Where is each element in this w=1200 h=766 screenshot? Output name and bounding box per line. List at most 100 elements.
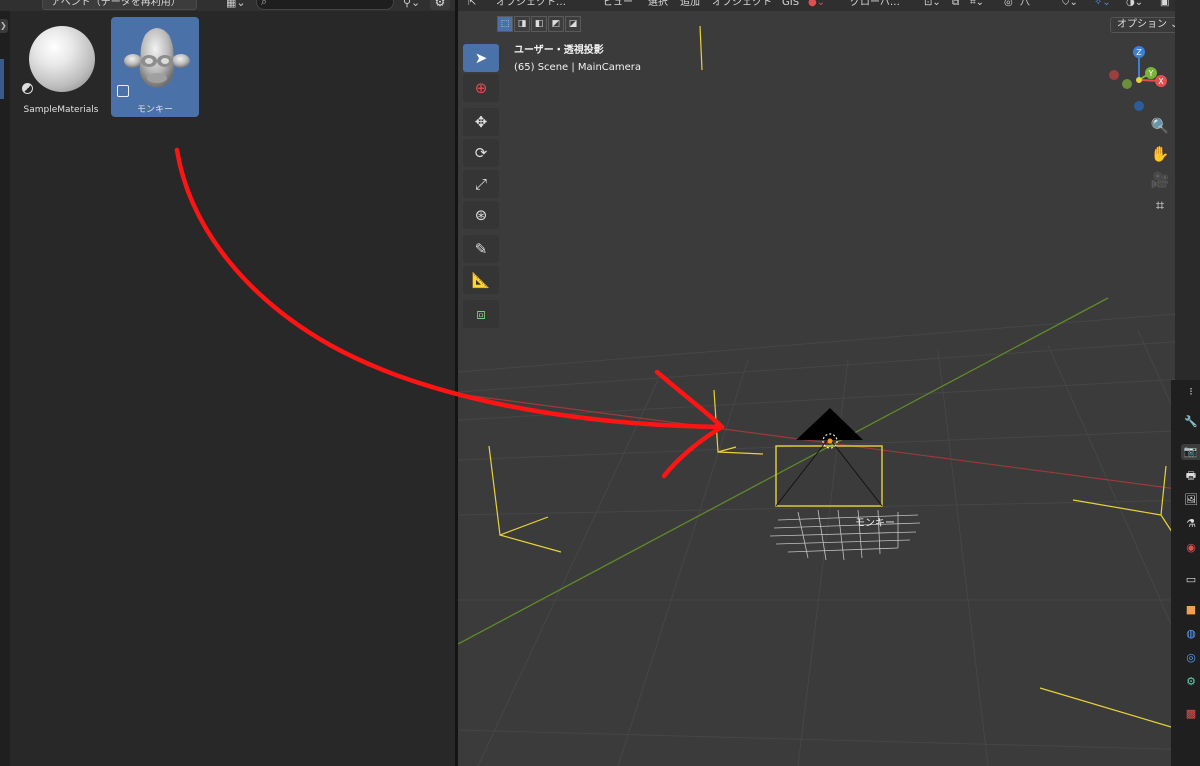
select-mode-invert-icon[interactable]: ◩	[548, 16, 564, 32]
scene-properties-icon[interactable]: ⚗	[1183, 516, 1199, 532]
scale-tool[interactable]: ⤢	[463, 170, 499, 198]
catalog-active-indicator	[0, 59, 4, 99]
menu-add[interactable]: 追加	[680, 0, 700, 10]
select-mode-new-icon[interactable]: ⬚	[497, 16, 513, 32]
viewport-header: ⇱ オブジェクト… ビュー 選択 追加 オブジェクト GIS ●⌄ グローバ… …	[458, 0, 1200, 11]
3d-viewport[interactable]: モンキー ⇱ オブジェクト… ビュー 選択 追加 オブジェクト GIS ●⌄ グ…	[458, 0, 1200, 766]
pencil-icon: ✎	[474, 240, 488, 258]
gizmo-x-label: X	[1158, 77, 1164, 86]
menu-view[interactable]: ビュー	[603, 0, 633, 10]
navigation-gizmo[interactable]: Z X Y	[1103, 40, 1175, 116]
rotate-tool[interactable]: ⟳	[463, 139, 499, 167]
proportional-editing-icon[interactable]: ◎	[1004, 0, 1013, 10]
measure-tool[interactable]: 📐	[463, 266, 499, 294]
pan-button[interactable]: ✋	[1148, 142, 1172, 166]
output-properties-icon[interactable]: 🖶	[1183, 468, 1199, 484]
asset-catalog-strip[interactable]: ❯	[0, 11, 10, 766]
move-icon: ✥	[474, 113, 488, 131]
viewport-subheader: ⬚ ◨ ◧ ◩ ◪ オプション ⌄	[458, 11, 1200, 39]
transform-tool[interactable]: ⊛	[463, 201, 499, 229]
properties-menu-icon[interactable]: ⁝	[1183, 384, 1199, 400]
ortho-toggle-button[interactable]: ⌗	[1148, 193, 1172, 217]
object-name-label: モンキー	[855, 518, 895, 529]
search-icon: ⌕	[261, 0, 268, 8]
cursor-icon: ➤	[474, 49, 488, 67]
rotate-icon: ⟳	[474, 144, 488, 162]
asset-browser-panel: アペンド（データを再利用） ▦⌄ ⌕ ⚲⌄ ⚙ ❯ SampleMaterial…	[0, 0, 455, 766]
asset-name: モンキー	[136, 105, 173, 115]
scale-icon: ⤢	[474, 175, 487, 193]
particles-properties-icon[interactable]: ◎	[1183, 650, 1199, 666]
cursor-tool[interactable]: ⊕	[463, 74, 499, 102]
annotate-tool[interactable]: ✎	[463, 235, 499, 263]
viewport-info-overlay: ユーザー・透視投影 (65) Scene | MainCamera	[514, 42, 641, 76]
select-mode-extend-icon[interactable]: ◨	[514, 16, 530, 32]
editor-type-button[interactable]: ⇱	[468, 0, 476, 10]
collection-properties-icon[interactable]: ▭	[1183, 572, 1199, 588]
menu-object[interactable]: オブジェクト	[712, 0, 772, 10]
add-cube-icon: ⧈	[476, 305, 486, 323]
visibility-icon[interactable]: ⛉⌄	[1062, 0, 1078, 10]
monkey-ground-grid	[769, 509, 921, 561]
select-box-tool[interactable]: ➤	[463, 44, 499, 72]
pivot-point-icon[interactable]: ⊡⌄	[924, 0, 941, 10]
add-cube-tool[interactable]: ⧈	[463, 300, 499, 328]
move-tool[interactable]: ✥	[463, 108, 499, 136]
world-properties-icon[interactable]: ◉	[1183, 540, 1199, 556]
grid-perspective-icon: ⌗	[1155, 196, 1165, 214]
hand-icon: ✋	[1150, 145, 1170, 163]
menu-gis[interactable]: GIS	[782, 0, 799, 10]
object-icon	[117, 85, 129, 97]
modifier-properties-icon[interactable]: ◍	[1183, 626, 1199, 642]
physics-properties-icon[interactable]: ⚙	[1183, 674, 1199, 690]
display-mode-button[interactable]: ▦⌄	[226, 0, 252, 10]
snap-icon[interactable]: ⧉	[952, 0, 959, 10]
funnel-icon: ⚲⌄	[403, 0, 421, 9]
select-mode-intersect-icon[interactable]: ◪	[565, 16, 581, 32]
scene-info-label: (65) Scene | MainCamera	[514, 62, 642, 73]
floor-grid	[458, 311, 1200, 766]
asset-tile-samplematerials[interactable]: SampleMaterials	[17, 17, 105, 117]
catalog-toggle-icon[interactable]: ❯	[0, 19, 8, 33]
gear-icon: ⚙	[434, 0, 446, 9]
material-sphere-preview	[29, 26, 95, 92]
interaction-mode-dropdown[interactable]: オブジェクト…	[496, 0, 566, 10]
ruler-icon: 📐	[471, 271, 491, 289]
transform-orientation-dropdown[interactable]: グローバ…	[850, 0, 900, 10]
selection-bounds	[488, 25, 1189, 733]
viewport-scene	[458, 25, 1200, 766]
options-label: オプション	[1117, 19, 1167, 30]
settings-button[interactable]: ⚙	[430, 0, 450, 10]
grid-icon: ▦⌄	[226, 0, 246, 9]
search-input[interactable]: ⌕	[256, 0, 394, 10]
monkey-preview	[124, 28, 190, 88]
import-method-dropdown[interactable]: アペンド（データを再利用）	[42, 0, 197, 10]
tool-properties-icon[interactable]: 🔧	[1183, 414, 1199, 430]
gizmo-y-label: Y	[1148, 69, 1154, 78]
filter-button[interactable]: ⚲⌄	[403, 0, 425, 10]
asset-tile-monkey[interactable]: モンキー	[111, 17, 199, 117]
gizmo-z-label: Z	[1136, 48, 1142, 57]
transform-icon: ⊛	[474, 206, 488, 224]
right-edge-panel	[1175, 0, 1200, 380]
gis-icon[interactable]: ●⌄	[808, 0, 825, 10]
overlay-toggle-icon[interactable]: ◑⌄	[1126, 0, 1143, 10]
select-mode-subtract-icon[interactable]: ◧	[531, 16, 547, 32]
zoom-icon: 🔍	[1150, 117, 1170, 135]
proportional-falloff-dropdown[interactable]: 八	[1020, 0, 1030, 10]
properties-tabs: ⁝ 🔧 📷 🖶 🖼 ⚗ ◉ ▭ ■ ◍ ◎ ⚙ ▩	[1171, 380, 1200, 766]
object-properties-icon[interactable]: ■	[1183, 602, 1199, 618]
y-axis-line	[458, 297, 1109, 645]
asset-name: SampleMaterials	[23, 105, 99, 115]
menu-select[interactable]: 選択	[648, 0, 668, 10]
camera-object	[775, 408, 883, 507]
view-layer-properties-icon[interactable]: 🖼	[1183, 492, 1199, 508]
zoom-button[interactable]: 🔍	[1148, 114, 1172, 138]
gizmo-toggle-icon[interactable]: ✧⌄	[1094, 0, 1111, 10]
material-icon	[22, 83, 33, 94]
render-properties-icon[interactable]: 📷	[1181, 444, 1200, 460]
texture-properties-icon[interactable]: ▩	[1183, 706, 1199, 722]
camera-view-button[interactable]: 🎥	[1148, 168, 1172, 192]
snap-target-icon[interactable]: ⌗⌄	[970, 0, 984, 10]
xray-toggle-icon[interactable]: ▣	[1160, 0, 1169, 10]
